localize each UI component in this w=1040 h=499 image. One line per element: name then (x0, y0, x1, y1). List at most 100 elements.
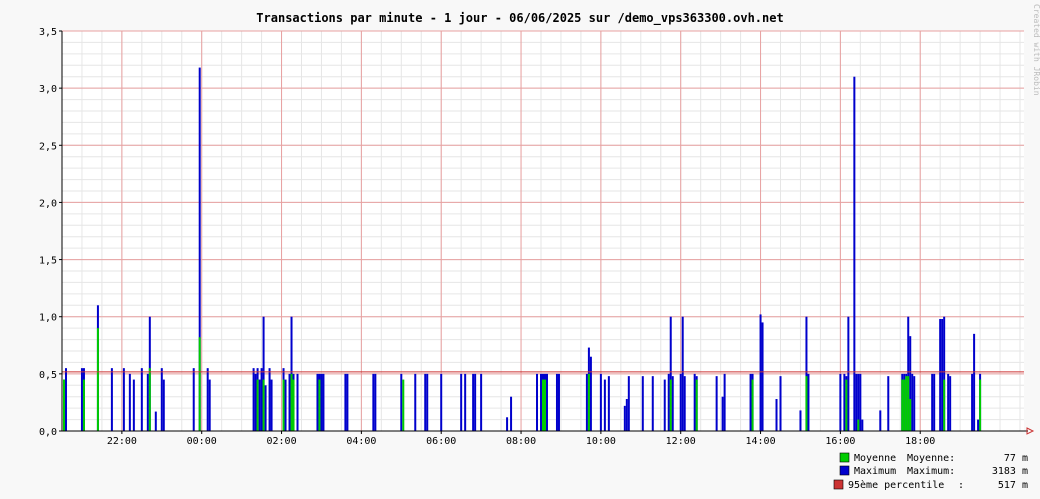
maximum-bar (679, 373, 682, 431)
maximum-bar (414, 373, 417, 431)
maximum-bar (128, 373, 131, 431)
average-bar (903, 379, 906, 431)
y-tick-label: 0,5 (39, 370, 57, 381)
legend-stat-label-maximum: Maximum: (907, 466, 955, 477)
maximum-bar (536, 373, 539, 431)
maximum-bar (252, 368, 255, 431)
average-bar (909, 399, 912, 431)
maximum-bar (440, 373, 443, 431)
maximum-bar (859, 373, 862, 431)
legend-swatch-percentile (833, 479, 844, 490)
legend-swatch-average (839, 452, 850, 463)
maximum-bar (162, 379, 165, 431)
maximum-bar (839, 373, 842, 431)
maximum-bar (941, 319, 944, 431)
plot-area: 0,0 0,5 1,0 1,5 2,0 2,5 3,0 3,5 22:00 00:00 02:00… (39, 27, 1035, 447)
maximum-bar (779, 376, 782, 431)
maximum-bar (761, 322, 764, 431)
maximum-bar (254, 373, 257, 431)
maximum-bar (721, 396, 724, 431)
maximum-bar (268, 368, 271, 431)
chart-title: Transactions par minute - 1 jour - 06/06… (256, 11, 783, 26)
maximum-bar (681, 316, 684, 431)
maximum-bar (474, 373, 477, 431)
average-bar (845, 379, 848, 431)
average-bar (62, 379, 65, 431)
maximum-bar (284, 379, 287, 431)
maximum-bar (651, 376, 654, 431)
maximum-bar (192, 368, 195, 431)
average-bar (292, 379, 295, 431)
legend-value-percentile: 517 m (998, 480, 1028, 491)
maximum-bar (715, 376, 718, 431)
maximum-bar (949, 376, 952, 431)
maximum-bar (322, 373, 325, 431)
maximum-bar (400, 373, 403, 431)
maximum-bar (977, 419, 980, 431)
maximum-bar (855, 373, 858, 431)
y-tick-label: 1,0 (39, 313, 57, 324)
maximum-bar (264, 385, 267, 431)
maximum-bar (589, 356, 592, 431)
legend-item-maximum: Maximum Maximum: 3183 m (839, 465, 1028, 477)
maximum-bar (641, 376, 644, 431)
maximum-bar (472, 373, 475, 431)
maximum-bar (911, 373, 914, 431)
maximum-bar (607, 376, 610, 431)
average-bar (905, 376, 908, 431)
average-bar (290, 373, 293, 431)
maximum-bar (540, 373, 543, 431)
maximum-bar (288, 373, 291, 431)
watermark: Created with JRobin (1032, 4, 1040, 96)
maximum-bar (799, 410, 802, 431)
maximum-bar (346, 373, 349, 431)
x-tick-label: 06:00 (426, 436, 456, 447)
maximum-bar (847, 316, 850, 431)
maximum-bar (861, 419, 864, 431)
maximum-bar (603, 379, 606, 431)
maximum-bar (160, 368, 163, 431)
maximum-bar (506, 417, 509, 431)
average-bar (669, 379, 672, 431)
maximum-bar (316, 373, 319, 431)
maximum-bar (374, 373, 377, 431)
maximum-bar (464, 373, 467, 431)
maximum-bar (887, 376, 890, 431)
average-bar (943, 379, 946, 431)
average-bar (587, 373, 590, 431)
maximum-bar (460, 373, 463, 431)
average-bar (543, 379, 546, 431)
maximum-bar (545, 373, 548, 431)
maximum-bar (971, 373, 974, 431)
average-bar (402, 379, 405, 431)
maximum-bar (480, 373, 483, 431)
maximum-bar (625, 399, 628, 431)
y-tick-label: 1,5 (39, 256, 57, 267)
maximum-bar (344, 373, 347, 431)
maximum-bar (557, 373, 560, 431)
average-bar (979, 379, 982, 431)
legend-stat-label-average: Moyenne: (907, 453, 955, 464)
maximum-bar (627, 376, 630, 431)
legend-label-average: Moyenne (854, 453, 896, 464)
x-tick-label: 10:00 (586, 436, 616, 447)
x-tick-label: 00:00 (187, 436, 217, 447)
legend-label-percentile: 95ème percentile (848, 479, 944, 491)
maximum-bar (132, 379, 135, 431)
maximum-bar (146, 373, 149, 431)
maximum-bar (723, 373, 726, 431)
x-tick-label: 22:00 (107, 436, 137, 447)
maximum-bar (206, 368, 209, 431)
maximum-bar (807, 373, 810, 431)
maximum-bar (270, 379, 273, 431)
x-tick-label: 08:00 (506, 436, 536, 447)
maximum-bar (933, 373, 936, 431)
x-tick-label: 18:00 (905, 436, 935, 447)
legend-swatch-maximum (839, 465, 850, 476)
maximum-bar (667, 373, 670, 431)
y-tick-label: 2,5 (39, 141, 57, 152)
average-bar (907, 376, 910, 431)
maximum-bar (426, 373, 429, 431)
maximum-bar (973, 333, 976, 431)
maximum-bar (296, 373, 299, 431)
